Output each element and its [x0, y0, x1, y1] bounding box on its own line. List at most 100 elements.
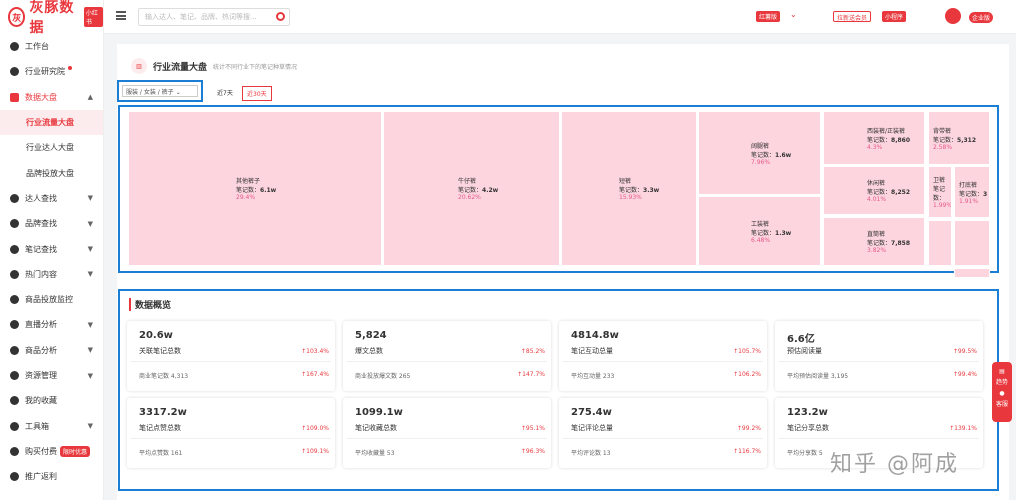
- sidebar-item-product[interactable]: 商品分析 ▼: [0, 338, 103, 363]
- sidebar-item-dashboard[interactable]: 数据大盘 ▲: [0, 85, 103, 110]
- tile-notes: 笔记数：1.6w: [751, 151, 792, 159]
- tile-share: 4.3%: [867, 143, 883, 151]
- sidebar-item-kol-search[interactable]: 达人查找 ▼: [0, 186, 103, 211]
- treemap-tile[interactable]: 直筒裤 笔记数：7,858 3.82%: [823, 217, 925, 266]
- chart-icon: ▥: [131, 58, 147, 74]
- treemap-tile[interactable]: 牛仔裤 笔记数：4.2w 20.62%: [383, 111, 560, 266]
- sidebar-item-brand-search[interactable]: 品牌查找 ▼: [0, 211, 103, 236]
- chevron-down-icon: ⌄: [175, 89, 181, 96]
- metric-value: 5,824: [355, 330, 387, 341]
- treemap-tile[interactable]: 打底裤 笔记数：3 1.91%: [954, 166, 990, 218]
- metric-label: 笔记点赞总数: [139, 424, 181, 432]
- floating-actions[interactable]: ▤ 趋势 ● 客服: [992, 362, 1012, 422]
- sidebar-item-workbench[interactable]: 工作台: [0, 34, 103, 59]
- tile-name: 短裤: [619, 178, 632, 185]
- metric-change: ↑99.2%: [736, 425, 761, 432]
- chevron-down-icon: ▼: [87, 245, 93, 254]
- miniprogram-button[interactable]: 小程序: [882, 11, 907, 22]
- sidebar-item-label: 品牌投放大盘: [26, 168, 74, 178]
- chevron-down-icon: ▼: [87, 320, 93, 329]
- tile-name: 打底裤: [959, 181, 978, 189]
- metric-change: ↑85.2%: [520, 348, 545, 355]
- tile-share: 4.01%: [867, 196, 887, 203]
- metric-sub-change: ↑167.4%: [301, 371, 329, 378]
- tile-name: 阔腿裤: [751, 142, 770, 150]
- resource-icon: [10, 371, 19, 380]
- upgrade-button[interactable]: 拉新送会员: [833, 11, 872, 22]
- sidebar-item-live[interactable]: 直播分析 ▼: [0, 312, 103, 337]
- period-30-days[interactable]: 近30天: [242, 86, 272, 101]
- user-icon: [10, 193, 19, 203]
- trend-icon: ▤: [999, 368, 1005, 375]
- enterprise-badge[interactable]: 企业版: [969, 12, 994, 23]
- new-dot: [68, 66, 72, 71]
- menu-toggle-icon[interactable]: [116, 11, 126, 20]
- metric-sub: 商业投放爆文数 265: [355, 373, 411, 380]
- treemap-tile[interactable]: 卫裤 笔记数： 1.99%: [928, 166, 952, 218]
- metric-label: 爆文总数: [355, 347, 383, 355]
- metric-change: ↑109.0%: [301, 425, 329, 432]
- divider: [347, 361, 547, 362]
- toolbox-icon: [10, 421, 19, 431]
- sidebar-item-note-search[interactable]: 笔记查找 ▼: [0, 236, 103, 261]
- sidebar-item-favorites[interactable]: 我的收藏: [0, 388, 103, 413]
- brand-name: 灰豚数据: [29, 0, 75, 36]
- metric-change: ↑103.4%: [301, 348, 329, 355]
- category-select[interactable]: 服装 / 女装 / 裤子 ⌄: [117, 80, 203, 102]
- treemap-tile[interactable]: 短裤 笔记数：3.3w 15.93%: [561, 111, 697, 266]
- sidebar-item-referral[interactable]: 推广返利: [0, 464, 103, 489]
- page-header: ▥ 行业流量大盘 统计不同行业下的笔记种草情况: [131, 58, 297, 74]
- treemap-tile[interactable]: 西装裤/正装裤 笔记数：8,860 4.3%: [823, 111, 925, 165]
- brand-logo[interactable]: 灰 灰豚数据 小红书: [0, 0, 103, 36]
- divider: [131, 361, 331, 362]
- chevron-down-icon[interactable]: ⌄: [790, 10, 797, 19]
- search-input[interactable]: 输入达人、笔记、品牌、热词等搜...: [138, 8, 290, 26]
- sidebar-item-purchase[interactable]: 购买付费 限时优惠: [0, 439, 103, 464]
- tile-name: 背带裤: [933, 127, 952, 135]
- tile-share: 2.58%: [933, 143, 953, 151]
- sidebar-item-research[interactable]: 行业研究院: [0, 59, 103, 84]
- tile-notes: 笔记数：4.2w: [458, 187, 499, 194]
- tile-share: 1.99%: [933, 202, 952, 209]
- sidebar-item-label: 直播分析: [25, 320, 57, 330]
- treemap-tile[interactable]: 背带裤 笔记数：5,312 2.58%: [928, 111, 990, 165]
- sidebar-item-label: 热门内容: [25, 269, 57, 279]
- sidebar-item-toolbox[interactable]: 工具箱 ▼: [0, 413, 103, 438]
- tile-notes: 笔记数：8,252: [867, 189, 910, 196]
- tile-name: 工装裤: [751, 220, 770, 228]
- treemap-tile[interactable]: [954, 268, 990, 278]
- watermark: 知乎 @阿成: [830, 452, 959, 477]
- chevron-down-icon: ▼: [87, 371, 93, 380]
- divider: [563, 361, 763, 362]
- treemap-tile[interactable]: 其他裤子 笔记数：6.1w 29.4%: [128, 111, 382, 266]
- treemap-tile[interactable]: [928, 220, 952, 266]
- treemap-tile[interactable]: 休闲裤 笔记数：8,252 4.01%: [823, 166, 925, 215]
- metric-value: 6.6亿: [787, 334, 815, 345]
- metric-label: 关联笔记总数: [139, 347, 181, 355]
- sidebar-item-resources[interactable]: 资源管理 ▼: [0, 363, 103, 388]
- treemap-tile[interactable]: 阔腿裤 笔记数：1.6w 7.96%: [698, 111, 821, 195]
- treemap-tile[interactable]: 工装裤 笔记数：1.3w 6.48%: [698, 196, 821, 266]
- sidebar-item-label: 资源管理: [25, 371, 57, 380]
- sidebar-item-industry-traffic[interactable]: 行业流量大盘: [0, 109, 103, 136]
- treemap-tile[interactable]: [954, 220, 990, 266]
- period-7-days[interactable]: 近7天: [213, 86, 237, 99]
- fire-icon: [10, 269, 19, 279]
- sidebar-item-hot-content[interactable]: 热门内容 ▼: [0, 262, 103, 287]
- platform-badge[interactable]: 红薯版: [756, 11, 781, 22]
- avatar[interactable]: [945, 8, 961, 24]
- metric-card: 6.6亿 预估阅读量 ↑99.5% 平均预估阅读量 3,195 ↑99.4%: [775, 321, 983, 391]
- sidebar-item-industry-kol[interactable]: 行业达人大盘: [0, 135, 103, 160]
- metric-sub-change: ↑106.2%: [733, 371, 761, 378]
- search-icon[interactable]: [276, 12, 285, 21]
- sidebar-item-product-monitor[interactable]: 商品投放监控: [0, 287, 103, 312]
- home-icon: [10, 42, 19, 52]
- cart-icon: [10, 446, 19, 456]
- metric-card: 5,824 爆文总数 ↑85.2% 商业投放爆文数 265 ↑147.7%: [343, 321, 551, 391]
- metric-card: 20.6w 关联笔记总数 ↑103.4% 商业笔记数 4,313 ↑167.4%: [127, 321, 335, 391]
- category-value: 服装 / 女装 / 裤子: [126, 89, 174, 96]
- metric-sub-change: ↑147.7%: [517, 371, 545, 378]
- metric-card: 1099.1w 笔记收藏总数 ↑95.1% 平均收藏量 53 ↑96.3%: [343, 398, 551, 468]
- divider: [779, 361, 979, 362]
- sidebar-item-brand-ads[interactable]: 品牌投放大盘: [0, 160, 103, 185]
